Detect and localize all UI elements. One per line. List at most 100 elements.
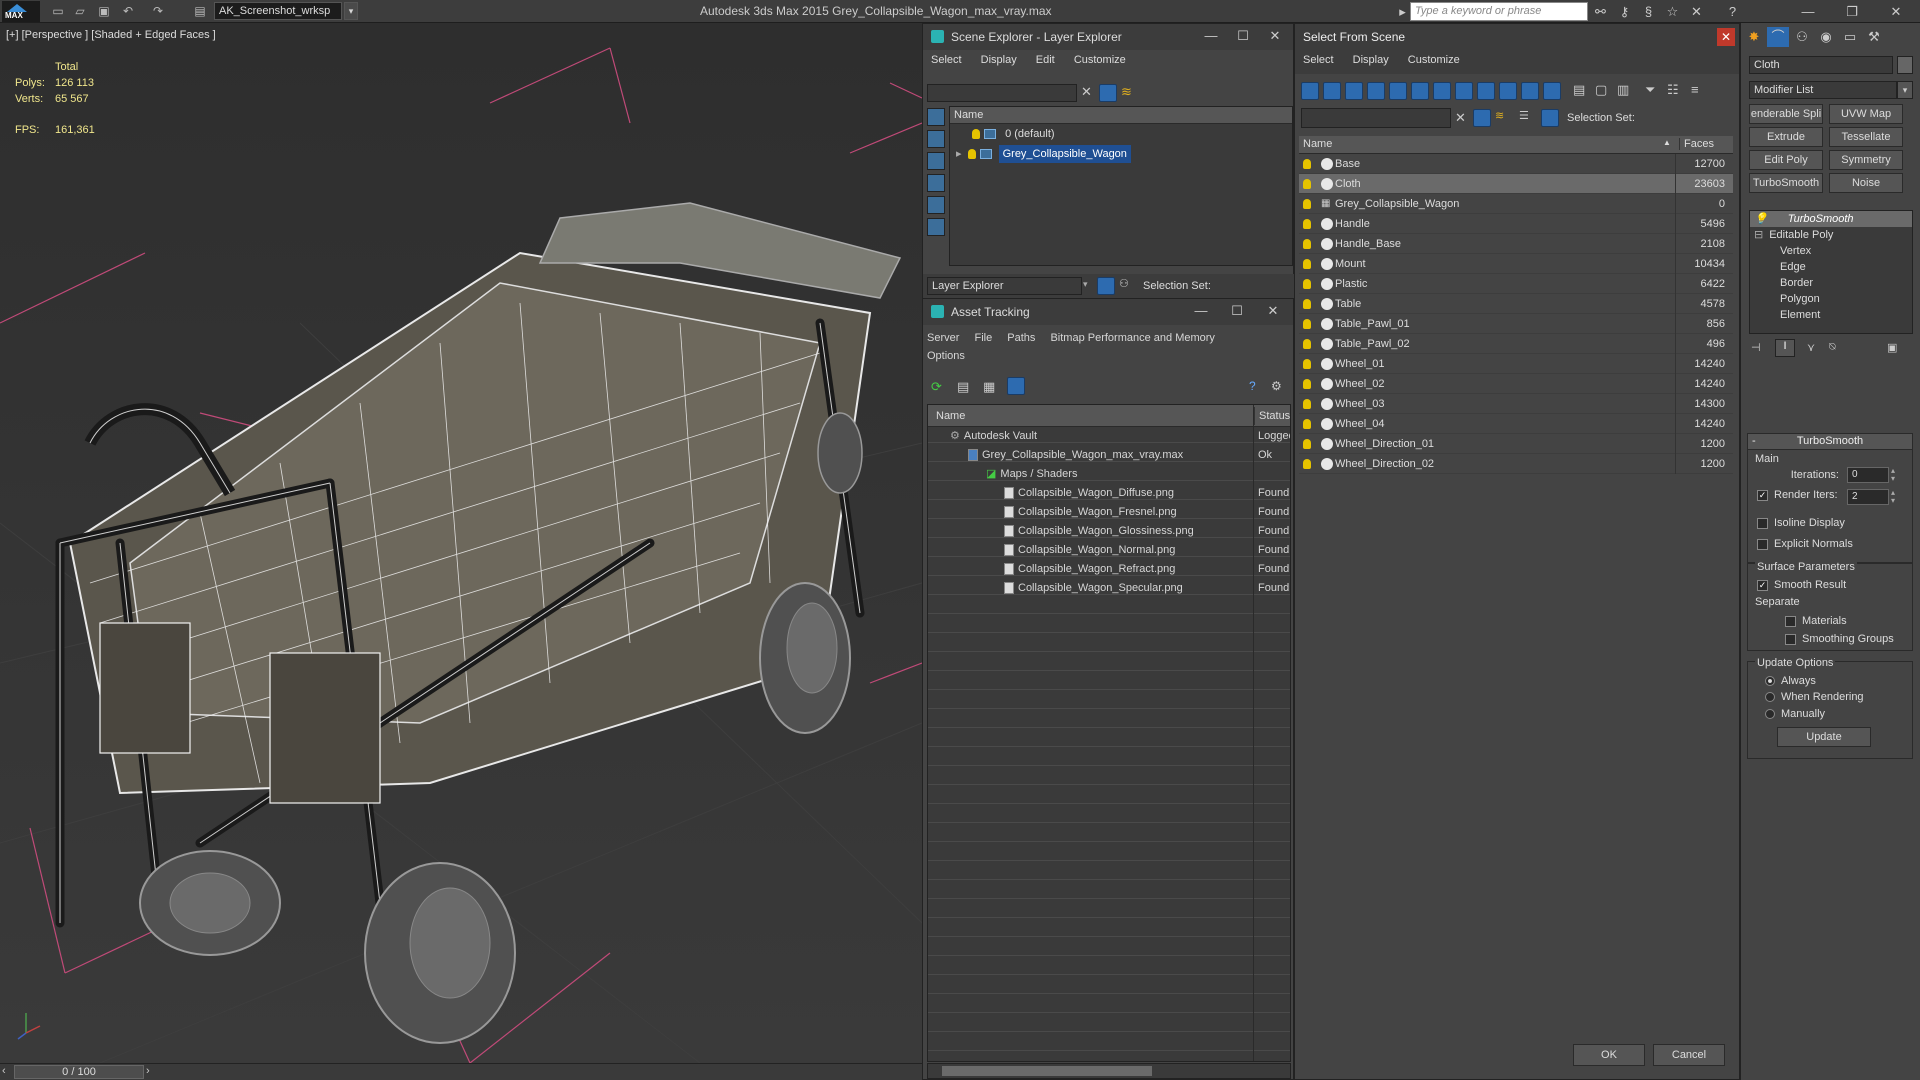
new-file-icon[interactable]: ▭ bbox=[50, 3, 66, 19]
infocenter-arrow-icon[interactable]: ▸ bbox=[1394, 3, 1411, 20]
stack-subobject-border[interactable]: Border bbox=[1750, 275, 1912, 291]
asset-row[interactable]: ◪ Maps / Shaders bbox=[928, 465, 1290, 484]
filter-toggle-icon[interactable] bbox=[1473, 109, 1491, 127]
thumbnail-view-icon[interactable]: ▦ bbox=[983, 379, 999, 395]
menu-server[interactable]: Server bbox=[927, 332, 959, 344]
column-header-status[interactable]: Status bbox=[1254, 407, 1290, 425]
object-row[interactable]: Handle 5496 bbox=[1299, 214, 1733, 234]
render-iters-checkbox[interactable]: ✓ bbox=[1757, 489, 1768, 501]
chevron-left-icon[interactable]: ‹ bbox=[2, 1065, 12, 1077]
lightbulb-icon[interactable] bbox=[1303, 399, 1311, 409]
display-containers-icon[interactable] bbox=[1499, 82, 1517, 100]
collapse-icon[interactable]: ⊟ bbox=[1754, 229, 1763, 241]
explicit-normals-row[interactable]: Explicit Normals bbox=[1757, 538, 1853, 550]
object-color-swatch[interactable] bbox=[1897, 56, 1913, 74]
display-helpers-icon[interactable] bbox=[927, 196, 945, 214]
explicit-normals-checkbox[interactable] bbox=[1757, 538, 1768, 550]
restore-icon[interactable]: ☐ bbox=[1233, 28, 1253, 44]
menu-bitmap-performance[interactable]: Bitmap Performance and Memory bbox=[1050, 332, 1214, 344]
lightbulb-icon[interactable] bbox=[1303, 459, 1311, 469]
modifier-button[interactable]: TurboSmooth bbox=[1749, 173, 1823, 193]
restore-icon[interactable]: ☐ bbox=[1227, 303, 1247, 319]
close-icon[interactable]: ✕ bbox=[1717, 28, 1735, 46]
object-row[interactable]: Base 12700 bbox=[1299, 154, 1733, 174]
display-shapes-icon[interactable] bbox=[1323, 82, 1341, 100]
chevron-down-icon[interactable]: ▾ bbox=[1083, 279, 1088, 290]
minimize-icon[interactable]: — bbox=[1201, 28, 1221, 43]
select-all-icon[interactable]: ▤ bbox=[1573, 82, 1591, 98]
cancel-button[interactable]: Cancel bbox=[1653, 1044, 1725, 1066]
lightbulb-icon[interactable] bbox=[1303, 339, 1311, 349]
project-folder-icon[interactable]: ▤ bbox=[192, 3, 208, 19]
restore-icon[interactable]: ❐ bbox=[1830, 0, 1874, 23]
update-manually-row[interactable]: Manually bbox=[1765, 708, 1825, 720]
materials-checkbox[interactable] bbox=[1785, 615, 1796, 627]
lightbulb-icon[interactable] bbox=[967, 149, 976, 160]
lightbulb-icon[interactable] bbox=[1303, 259, 1311, 269]
time-slider[interactable]: 0 / 100 bbox=[14, 1065, 144, 1079]
minimize-icon[interactable]: — bbox=[1786, 0, 1830, 23]
lightbulb-icon[interactable] bbox=[972, 129, 980, 140]
object-row-selected[interactable]: Cloth 23603 bbox=[1299, 174, 1733, 194]
menu-display[interactable]: Display bbox=[981, 54, 1017, 66]
display-xrefs-icon[interactable] bbox=[1455, 82, 1473, 100]
configure-sets-icon[interactable]: ▣ bbox=[1887, 341, 1905, 354]
asset-row[interactable]: Collapsible_Wagon_Fresnel.png Found bbox=[928, 503, 1290, 522]
modifier-button[interactable]: Symmetry bbox=[1829, 150, 1903, 170]
menu-select[interactable]: Select bbox=[931, 54, 962, 66]
make-unique-icon[interactable]: ⋎ bbox=[1807, 341, 1825, 354]
isoline-display-row[interactable]: Isoline Display bbox=[1757, 517, 1845, 529]
object-row[interactable]: Wheel_02 14240 bbox=[1299, 374, 1733, 394]
chevron-down-icon[interactable]: ▾ bbox=[1897, 81, 1913, 99]
utilities-tab-icon[interactable]: ⚒ bbox=[1863, 27, 1885, 47]
asset-row[interactable]: Collapsible_Wagon_Refract.png Found bbox=[928, 560, 1290, 579]
modifier-button[interactable]: Tessellate bbox=[1829, 127, 1903, 147]
display-hidden-icon[interactable] bbox=[1543, 82, 1561, 100]
layer-display-icon[interactable]: ☰ bbox=[1519, 109, 1537, 122]
lightbulb-icon[interactable] bbox=[1303, 379, 1311, 389]
object-row[interactable]: Table_Pawl_01 856 bbox=[1299, 314, 1733, 334]
hierarchy-tab-icon[interactable]: ⚇ bbox=[1791, 27, 1813, 47]
materials-row[interactable]: Materials bbox=[1785, 615, 1847, 627]
close-icon[interactable]: ✕ bbox=[1265, 28, 1285, 44]
menu-customize[interactable]: Customize bbox=[1074, 54, 1126, 66]
close-icon[interactable]: ✕ bbox=[1874, 0, 1918, 23]
menu-display[interactable]: Display bbox=[1353, 54, 1389, 66]
asset-row[interactable]: Grey_Collapsible_Wagon_max_vray.max Ok bbox=[928, 446, 1290, 465]
column-header-faces[interactable]: Faces bbox=[1679, 138, 1714, 150]
app-logo[interactable]: MAX bbox=[2, 1, 40, 22]
lightbulb-icon[interactable] bbox=[1303, 319, 1311, 329]
open-file-icon[interactable]: ▱ bbox=[72, 3, 88, 19]
scrollbar-thumb[interactable] bbox=[942, 1066, 1152, 1076]
redo-icon[interactable]: ↷ bbox=[150, 3, 166, 19]
asset-row[interactable]: Collapsible_Wagon_Specular.png Found bbox=[928, 579, 1290, 598]
modifier-button[interactable]: Noise bbox=[1829, 173, 1903, 193]
hierarchy-icon[interactable]: ⚇ bbox=[1119, 277, 1137, 290]
filter-input[interactable] bbox=[927, 84, 1077, 102]
stack-item-editable-poly[interactable]: ⊟ Editable Poly bbox=[1750, 227, 1912, 243]
asset-row[interactable]: Collapsible_Wagon_Glossiness.png Found bbox=[928, 522, 1290, 541]
lightbulb-icon[interactable] bbox=[1303, 439, 1311, 449]
help-icon[interactable]: ? bbox=[1724, 3, 1741, 20]
spinner-arrows-icon[interactable]: ▴ ▾ bbox=[1891, 489, 1895, 505]
update-button[interactable]: Update bbox=[1777, 727, 1871, 747]
tools-icon[interactable]: ✕ bbox=[1688, 3, 1705, 20]
search-input[interactable]: Type a keyword or phrase bbox=[1410, 2, 1588, 21]
list-view-icon[interactable]: ▤ bbox=[957, 379, 973, 395]
modify-tab-icon[interactable]: ⌒ bbox=[1767, 27, 1789, 47]
options-icon[interactable]: ≡ bbox=[1691, 82, 1709, 97]
lightbulb-icon[interactable] bbox=[1303, 199, 1311, 209]
object-row[interactable]: Table 4578 bbox=[1299, 294, 1733, 314]
select-none-icon[interactable]: ▢ bbox=[1595, 82, 1613, 98]
stack-subobject-vertex[interactable]: Vertex bbox=[1750, 243, 1912, 259]
object-row[interactable]: Wheel_04 14240 bbox=[1299, 414, 1733, 434]
lightbulb-icon[interactable] bbox=[1303, 179, 1311, 189]
filter-icon[interactable]: ⏷ bbox=[1645, 82, 1663, 98]
display-frozen-icon[interactable] bbox=[1521, 82, 1539, 100]
chevron-right-icon[interactable]: › bbox=[146, 1065, 156, 1077]
close-icon[interactable]: ✕ bbox=[1263, 303, 1283, 319]
update-when-rendering-radio[interactable] bbox=[1765, 692, 1775, 703]
menu-edit[interactable]: Edit bbox=[1036, 54, 1055, 66]
object-row[interactable]: Table_Pawl_02 496 bbox=[1299, 334, 1733, 354]
display-shapes-icon[interactable] bbox=[927, 130, 945, 148]
